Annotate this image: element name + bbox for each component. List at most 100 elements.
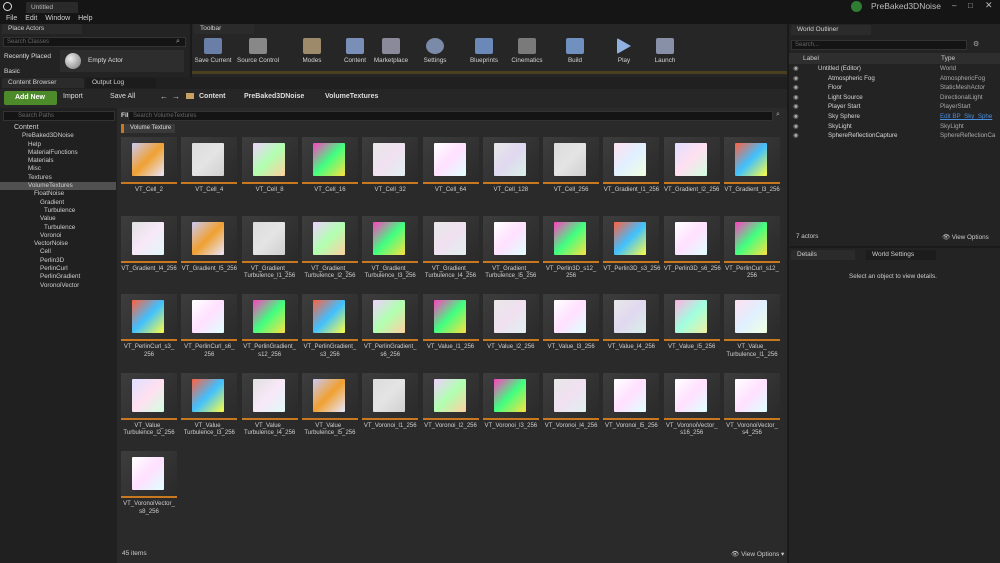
tree-item[interactable]: Misc	[0, 165, 116, 173]
forward-arrow-icon[interactable]: →	[172, 92, 180, 101]
asset-tile[interactable]: VT_VoronoiVector_ s8_256	[121, 451, 177, 527]
asset-tile[interactable]: VT_Perlin3D_s6_256	[663, 215, 721, 292]
empty-actor-item[interactable]: Empty Actor	[60, 50, 184, 72]
modes-button[interactable]: Modes	[291, 38, 333, 68]
tree-item[interactable]: Gradient	[0, 199, 116, 207]
asset-tile[interactable]: VT_Cell_64	[422, 137, 479, 213]
edit-blueprint-link[interactable]: Edit BP_Sky_Sphe	[940, 112, 998, 122]
asset-tile[interactable]: VT_Gradient_l3_256	[724, 137, 780, 213]
back-arrow-icon[interactable]: ←	[160, 92, 168, 101]
tab-world-outliner[interactable]: World Outliner	[791, 25, 871, 35]
tab-details[interactable]: Details	[791, 250, 855, 260]
asset-tile[interactable]: VT_Cell_32	[362, 137, 419, 213]
asset-tile[interactable]: VT_Gradient_ Turbulence_l2_256	[301, 215, 358, 292]
visibility-eye-icon[interactable]: ◉	[793, 112, 798, 122]
tree-item-selected[interactable]: VolumeTextures	[0, 182, 116, 191]
asset-tile[interactable]: VT_Value_l5_256	[663, 294, 720, 370]
asset-tile[interactable]: VT_Value_l2_256	[482, 294, 539, 370]
asset-tile[interactable]: VT_PerlinGradient_ s6_256	[362, 294, 419, 370]
minimize-icon[interactable]: –	[952, 1, 956, 10]
asset-tile[interactable]: VT_Perlin3D_s3_256	[603, 215, 660, 292]
build-button[interactable]: Build	[554, 38, 596, 68]
tab-world-settings[interactable]: World Settings	[866, 250, 936, 260]
volume-texture-filter-chip[interactable]: Volume Texture	[121, 124, 176, 133]
menu-file[interactable]: File	[6, 13, 17, 24]
cinematics-button[interactable]: Cinematics	[506, 38, 548, 68]
visibility-eye-icon[interactable]: ◉	[793, 64, 798, 74]
asset-tile[interactable]: VT_Value_ Turbulence_l1_256	[724, 294, 780, 370]
tree-item[interactable]: Voronoi	[0, 232, 116, 240]
asset-tile[interactable]: VT_Gradient_ Turbulence_l3_256	[362, 215, 419, 292]
level-tab[interactable]: Untitled	[26, 2, 78, 13]
asset-tile[interactable]: VT_Cell_16	[301, 137, 358, 213]
asset-tile[interactable]: VT_Gradient_l4_256	[121, 215, 177, 292]
outliner-row[interactable]: ◉ Untitled (Editor) World	[790, 64, 1000, 74]
visibility-eye-icon[interactable]: ◉	[793, 93, 798, 103]
close-icon[interactable]: ✕	[985, 0, 993, 11]
tab-content-browser[interactable]: Content Browser	[2, 78, 84, 88]
asset-tile[interactable]: VT_Value_l3_256	[543, 294, 600, 370]
asset-tile[interactable]: VT_Gradient_l1_256	[603, 137, 660, 213]
blueprints-button[interactable]: Blueprints	[463, 38, 505, 68]
tree-item[interactable]: Turbulence	[0, 207, 116, 215]
asset-tile[interactable]: VT_Cell_4	[181, 137, 238, 213]
asset-tile[interactable]: VT_Gradient_l5_256	[181, 215, 238, 292]
tab-place-actors[interactable]: Place Actors	[2, 24, 82, 34]
tree-item[interactable]: PerlinGradient	[0, 273, 116, 281]
asset-tile[interactable]: VT_Perlin3D_s12_ 256	[543, 215, 600, 292]
asset-tile[interactable]: VT_PerlinCurl_s3_ 256	[121, 294, 177, 370]
tree-item[interactable]: MaterialFunctions	[0, 149, 116, 157]
basic-category[interactable]: Basic	[4, 68, 20, 75]
tree-item[interactable]: Perlin3D	[0, 257, 116, 265]
breadcrumb-prebaked[interactable]: PreBaked3DNoise	[244, 93, 304, 100]
search-assets-input[interactable]: Search VolumeTextures	[128, 111, 773, 121]
visibility-eye-icon[interactable]: ◉	[793, 131, 798, 141]
tree-item[interactable]: Help	[0, 141, 116, 149]
breadcrumb-volumetextures[interactable]: VolumeTextures	[325, 93, 378, 100]
label-column-header[interactable]: Label	[803, 55, 819, 62]
outliner-row[interactable]: ◉ Floor StaticMeshActor	[790, 83, 1000, 93]
outliner-row[interactable]: ◉ Atmospheric Fog AtmosphericFog	[790, 74, 1000, 84]
tab-output-log[interactable]: Output Log	[86, 78, 156, 88]
menu-edit[interactable]: Edit	[25, 13, 37, 24]
marketplace-button[interactable]: Marketplace	[370, 38, 412, 68]
asset-tile[interactable]: VT_Gradient_ Turbulence_l4_256	[422, 215, 479, 292]
source-control-button[interactable]: Source Control	[237, 38, 279, 68]
asset-tile[interactable]: VT_PerlinCurl_s12_ 256	[724, 215, 780, 292]
asset-tile[interactable]: VT_Voronoi_l3_256	[482, 372, 539, 449]
tree-item[interactable]: PerlinCurl	[0, 265, 116, 273]
asset-tile[interactable]: VT_Gradient_ Turbulence_l5_256	[482, 215, 539, 292]
asset-tile[interactable]: VT_Value_l4_256	[603, 294, 660, 370]
launch-button[interactable]: Launch	[644, 38, 686, 68]
asset-tile[interactable]: VT_Value_ Turbulence_l5_256	[301, 372, 358, 449]
asset-tile[interactable]: VT_Cell_2	[121, 137, 177, 213]
asset-tile[interactable]: VT_Cell_128	[482, 137, 539, 213]
tree-item[interactable]: FloatNoise	[0, 190, 116, 198]
outliner-row[interactable]: ◉ Player Start PlayerStart	[790, 102, 1000, 112]
asset-tile[interactable]: VT_Voronoi_l2_256	[422, 372, 479, 449]
breadcrumb-content[interactable]: Content	[199, 93, 225, 100]
type-column-header[interactable]: Type	[941, 55, 955, 62]
menu-window[interactable]: Window	[45, 13, 70, 24]
save-all-button[interactable]: Save All	[110, 93, 135, 100]
asset-tile[interactable]: VT_Value_l1_256	[422, 294, 479, 370]
tree-item[interactable]: Content	[0, 124, 116, 132]
visibility-eye-icon[interactable]: ◉	[793, 122, 798, 132]
tree-item[interactable]: Value	[0, 215, 116, 223]
asset-tile[interactable]: VT_PerlinGradient_ s12_256	[241, 294, 298, 370]
outliner-row[interactable]: ◉ SphereReflectionCapture SphereReflection…	[790, 131, 1000, 141]
asset-tile[interactable]: VT_Value_ Turbulence_l3_256	[181, 372, 238, 449]
tree-item[interactable]: VectorNoise	[0, 240, 116, 248]
outliner-row[interactable]: ◉ Light Source DirectionalLight	[790, 93, 1000, 103]
menu-help[interactable]: Help	[78, 13, 92, 24]
settings-gear-icon[interactable]: ⚙	[973, 40, 979, 48]
outliner-view-options[interactable]: 👁 View Options	[942, 233, 989, 241]
asset-tile[interactable]: VT_Voronoi_l5_256	[603, 372, 660, 449]
tree-item[interactable]: Turbulence	[0, 224, 116, 232]
save-current-button[interactable]: Save Current	[192, 38, 234, 68]
asset-tile[interactable]: VT_Voronoi_l4_256	[543, 372, 600, 449]
tab-toolbar[interactable]: Toolbar	[194, 24, 254, 34]
visibility-eye-icon[interactable]: ◉	[793, 83, 798, 93]
asset-tile[interactable]: VT_Value_ Turbulence_l4_256	[241, 372, 298, 449]
tree-item[interactable]: Materials	[0, 157, 116, 165]
